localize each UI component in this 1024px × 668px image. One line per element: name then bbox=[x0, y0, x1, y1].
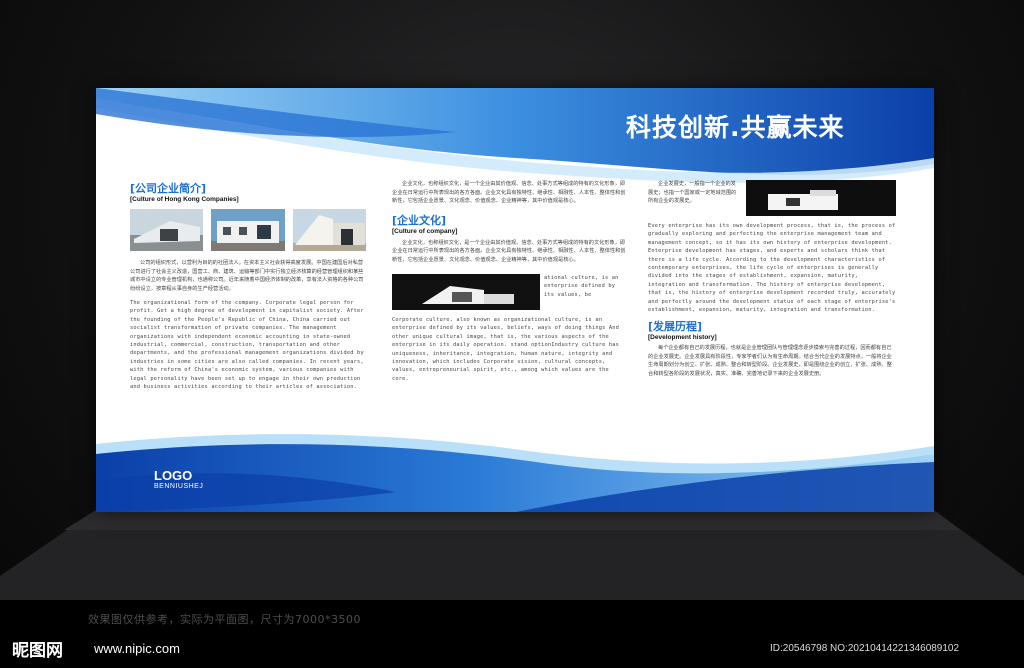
history-body-en: Every enterprise has its own development… bbox=[648, 223, 896, 314]
development-history-section: 企业发展史，一般指一个企业的发展史；也指一个国家或一定地域范围的所有企业的发展史… bbox=[648, 180, 896, 378]
culture-subheading: [Culture of company] bbox=[392, 227, 458, 235]
logo-title: LOGO bbox=[154, 468, 193, 483]
exhibition-board: 科技创新.共赢未来 LOGO BENNIUSHEJ [公司企业简介] [Cult… bbox=[96, 88, 934, 512]
history-building-photo bbox=[746, 180, 896, 216]
company-intro-subheading: [Culture of Hong Kong Companies] bbox=[130, 196, 239, 203]
culture-body-en: Corporate culture, also known as organiz… bbox=[392, 317, 620, 382]
company-intro-section: [公司企业简介] [Culture of Hong Kong Companies… bbox=[130, 180, 366, 391]
company-culture-section: 企业文化，也称组织文化，是一个企业由其价值观、信念、处事方式等组成的特有的文化形… bbox=[392, 180, 628, 383]
slogan-title: 科技创新.共赢未来 bbox=[626, 113, 845, 142]
watermark-url: www.nipic.com bbox=[94, 641, 180, 656]
history-body-cn: 每个企业都有自己的发展历程，也就是企业管理团队与管理理念逐步摸索与完善的过程，因… bbox=[648, 345, 892, 377]
logo: LOGO BENNIUSHEJ bbox=[154, 468, 203, 490]
history-subheading: [Development history] bbox=[648, 334, 717, 342]
building-photo bbox=[211, 209, 285, 251]
culture-intro-cn: 企业文化，也称组织文化，是一个企业由其价值观、信念、处事方式等组成的特有的文化形… bbox=[392, 181, 626, 204]
culture-building-photo bbox=[392, 274, 540, 310]
building-photo bbox=[130, 209, 204, 251]
company-intro-heading: [公司企业简介] bbox=[130, 182, 207, 195]
culture-side-text: ational culture, is an enterprise define… bbox=[544, 275, 619, 298]
culture-body-cn: 企业文化，也称组织文化，是一个企业由其价值观、信念、处事方式等组成的特有的文化形… bbox=[392, 239, 626, 263]
preview-caption: 效果图仅供参考，实际为平面图，尺寸为7000*3500 bbox=[88, 613, 361, 626]
company-intro-body-en: The organizational form of the company. … bbox=[130, 300, 364, 391]
watermark-id: ID:20546798 NO:20210414221346089102 bbox=[770, 643, 960, 654]
building-photo bbox=[292, 209, 366, 251]
history-heading: [发展历程] bbox=[648, 320, 703, 334]
culture-heading: [企业文化] bbox=[392, 213, 447, 227]
logo-subtitle: BENNIUSHEJ bbox=[154, 483, 204, 490]
watermark-brand: 昵图网 bbox=[12, 641, 63, 661]
building-photos bbox=[130, 209, 366, 251]
company-intro-body-cn: 公司的组织形式，以营利为目的的社团法人。在资本主义社会获得高度发展。中国在建国后… bbox=[130, 260, 364, 292]
stage-floor bbox=[0, 496, 1024, 606]
history-intro-cn: 企业发展史，一般指一个企业的发展史；也指一个国家或一定地域范围的所有企业的发展史… bbox=[648, 181, 737, 204]
